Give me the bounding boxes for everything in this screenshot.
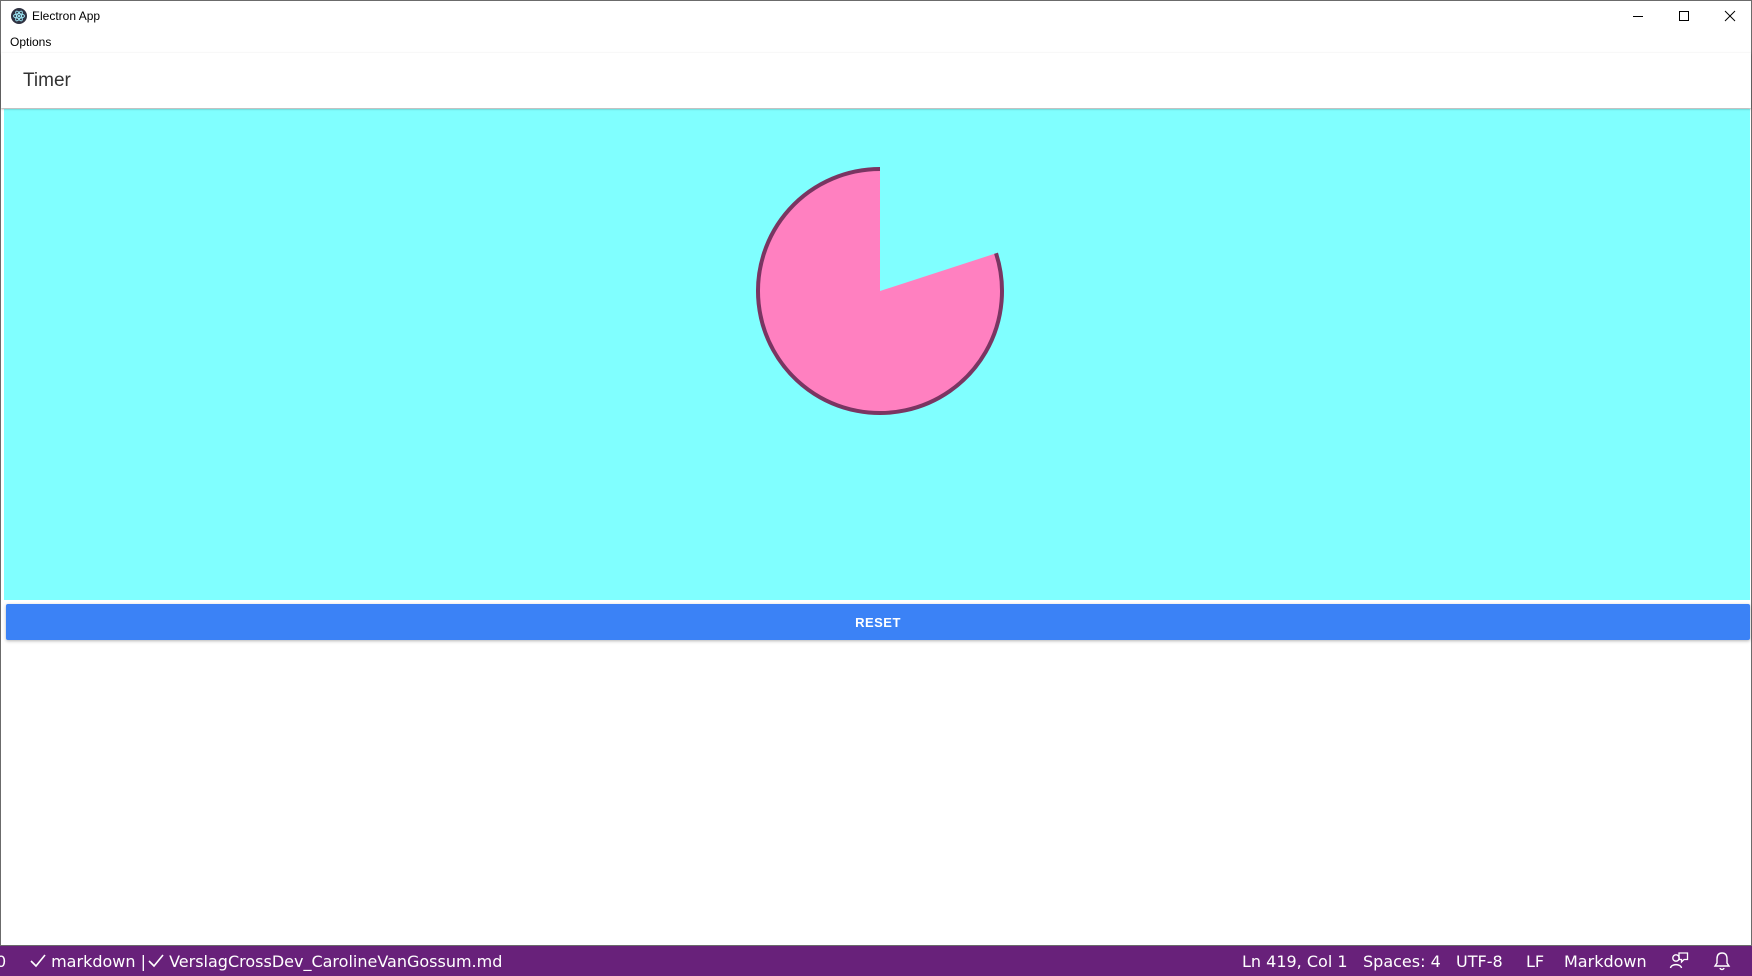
- window-title: Electron App: [32, 9, 101, 23]
- feedback-icon: [1669, 952, 1689, 969]
- lint-label: markdown |: [51, 952, 146, 971]
- menu-bar: Options: [1, 31, 1751, 53]
- bell-icon: [1713, 952, 1731, 971]
- eol-status[interactable]: LF: [1526, 952, 1544, 971]
- check-icon: [30, 954, 46, 968]
- page-title: Timer: [23, 70, 71, 91]
- close-icon: [1724, 10, 1736, 22]
- title-bar[interactable]: Electron App: [1, 1, 1751, 31]
- app-bar: Timer: [1, 53, 1751, 108]
- status-bar: 0 markdown | VerslagCrossDev_CarolineVan…: [0, 946, 1752, 976]
- file-name: VerslagCrossDev_CarolineVanGossum.md: [169, 952, 503, 971]
- feedback-button[interactable]: [1669, 951, 1689, 975]
- language-status[interactable]: Markdown: [1564, 952, 1647, 971]
- indentation-status[interactable]: Spaces: 4: [1363, 952, 1441, 971]
- lint-status[interactable]: markdown |: [30, 952, 146, 971]
- electron-window: Electron App Options Timer RESET: [0, 0, 1752, 946]
- notifications-button[interactable]: [1713, 951, 1731, 975]
- reset-button[interactable]: RESET: [6, 604, 1750, 640]
- menu-options[interactable]: Options: [10, 35, 51, 49]
- encoding-status[interactable]: UTF-8: [1456, 952, 1503, 971]
- timer-area: [4, 109, 1750, 600]
- file-status[interactable]: VerslagCrossDev_CarolineVanGossum.md: [148, 952, 502, 971]
- cursor-position[interactable]: Ln 419, Col 1: [1242, 952, 1348, 971]
- close-button[interactable]: [1707, 1, 1752, 31]
- timer-canvas: [756, 167, 1004, 415]
- maximize-icon: [1679, 11, 1689, 21]
- maximize-button[interactable]: [1661, 1, 1707, 31]
- minimize-button[interactable]: [1615, 1, 1661, 31]
- electron-icon: [11, 8, 27, 24]
- status-fragment: 0: [0, 952, 7, 971]
- minimize-icon: [1633, 16, 1643, 17]
- check-icon: [148, 954, 164, 968]
